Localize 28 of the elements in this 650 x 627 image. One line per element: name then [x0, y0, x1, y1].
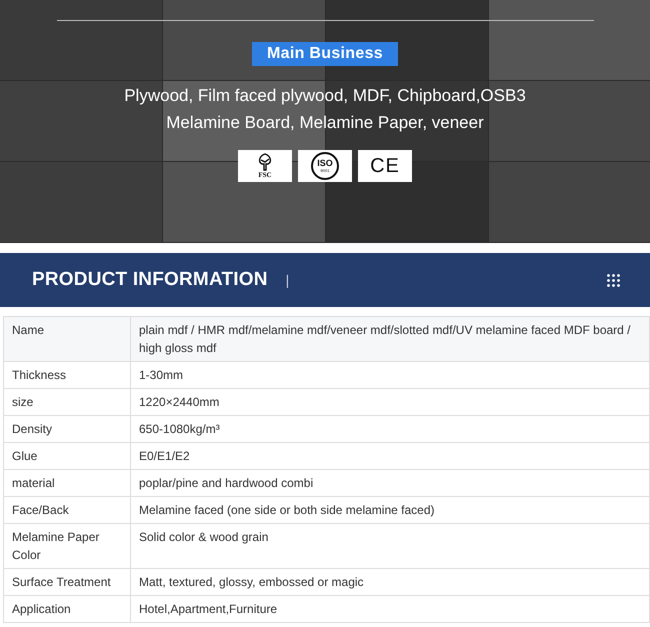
table-cell: Face/Back [4, 496, 130, 524]
logo-text: CE [370, 156, 400, 176]
table-cell: plain mdf / HMR mdf/melamine mdf/veneer mdf/slotted mdf/UV melamine faced MDF board / high gloss mdf [130, 316, 650, 362]
table-cell: Glue [4, 442, 130, 470]
table-cell: Density [4, 416, 130, 442]
table-cell: 1220×2440mm [130, 388, 650, 416]
table-cell: 1-30mm [130, 362, 650, 388]
section-title: PRODUCT INFORMATION [32, 268, 268, 292]
logo-text: ISO [317, 159, 333, 168]
table-cell: material [4, 470, 130, 496]
banner-text: Melamine Board, Melamine Paper, veneer [165, 112, 485, 134]
title-divider: | [286, 270, 290, 290]
table-cell: size [4, 388, 130, 416]
table-cell: E0/E1/E2 [130, 442, 650, 470]
table-cell: Application [4, 596, 130, 622]
table-cell: Melamine Paper Color [4, 524, 130, 568]
table-cell: Solid color & wood grain [130, 524, 650, 568]
table-cell: Surface Treatment [4, 568, 130, 596]
table-cell: poplar/pine and hardwood combi [130, 470, 650, 496]
banner-text: Plywood, Film faced plywood, MDF, Chipboard,OSB3 [124, 85, 526, 107]
main-business-label: Main Business [252, 42, 398, 66]
table-cell: Name [4, 316, 130, 362]
table-cell: Melamine faced (one side or both side melamine faced) [130, 496, 650, 524]
table-cell: Thickness [4, 362, 130, 388]
table-cell: 650-1080kg/m³ [130, 416, 650, 442]
grid-icon[interactable] [607, 274, 620, 286]
table-cell: Hotel,Apartment,Furniture [130, 596, 650, 622]
table-cell: Matt, textured, glossy, embossed or magic [130, 568, 650, 596]
